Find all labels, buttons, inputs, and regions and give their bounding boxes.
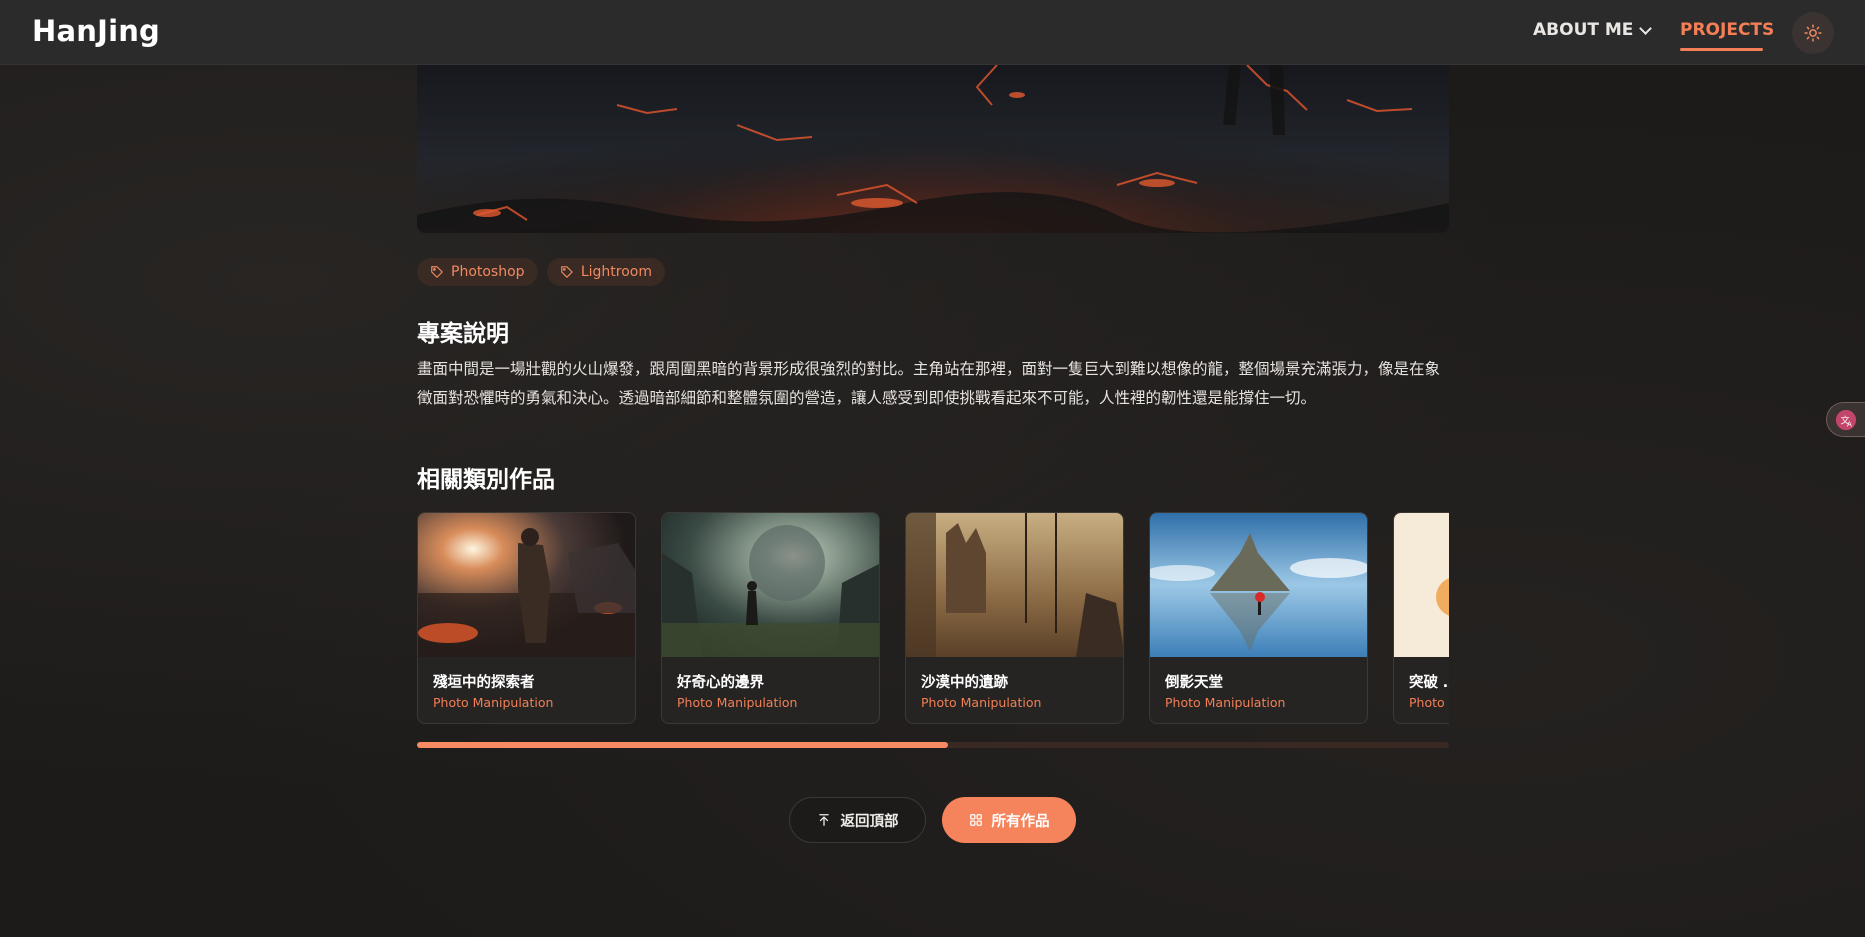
- translate-icon: 文 A: [1835, 409, 1857, 430]
- card-category: Photo Manipulation: [677, 695, 798, 710]
- arrow-up-to-line-icon: [818, 814, 829, 826]
- theme-toggle-button[interactable]: [1792, 12, 1834, 54]
- description-heading: 專案說明: [417, 321, 509, 347]
- description-text: 畫面中間是一場壯觀的火山爆發，跟周圍黑暗的背景形成很強烈的對比。主角站在那裡，面…: [417, 360, 1441, 407]
- active-nav-underline: [1680, 48, 1763, 51]
- card-category: Photo Manipulation: [433, 695, 554, 710]
- card-category: Photo Manipulation: [921, 695, 1042, 710]
- tag-icon: [561, 266, 573, 278]
- tag-icon: [431, 266, 443, 278]
- card-thumbnail: [418, 513, 635, 657]
- card-category: Photo Manipulation: [1409, 695, 1449, 710]
- nav-about-label: ABOUT ME: [1533, 20, 1634, 40]
- tag-lightroom[interactable]: Lightroom: [547, 258, 665, 286]
- translate-widget-button[interactable]: 文 A: [1826, 402, 1865, 437]
- back-to-top-button[interactable]: 返回頂部: [789, 797, 926, 843]
- card-thumbnail: [1394, 513, 1449, 657]
- top-navbar: HanJing ABOUT ME PROJECTS: [0, 0, 1865, 65]
- card-category: Photo Manipulation: [1165, 695, 1286, 710]
- related-card[interactable]: 沙漠中的遺跡 Photo Manipulation: [905, 512, 1124, 724]
- card-title: 倒影天堂: [1165, 675, 1223, 691]
- card-thumbnail: [906, 513, 1123, 657]
- carousel-scroll-progress[interactable]: [417, 742, 1449, 748]
- nav-about-me-dropdown[interactable]: ABOUT ME: [1533, 20, 1653, 40]
- carousel-scroll-progress-fill: [417, 742, 949, 748]
- all-works-button[interactable]: 所有作品: [942, 797, 1076, 843]
- site-logo[interactable]: HanJing: [32, 14, 160, 48]
- related-carousel[interactable]: 殘垣中的探索者 Photo Manipulation 好奇心的邊界 Photo …: [417, 512, 1449, 726]
- card-title: 好奇心的邊界: [677, 675, 764, 691]
- card-title: 突破 …: [1409, 675, 1449, 691]
- card-thumbnail: [1150, 513, 1367, 657]
- project-hero-image: [417, 65, 1449, 233]
- back-to-top-label: 返回頂部: [840, 813, 899, 830]
- chevron-down-icon: [1639, 21, 1653, 35]
- all-works-label: 所有作品: [991, 813, 1050, 830]
- related-card[interactable]: 殘垣中的探索者 Photo Manipulation: [417, 512, 636, 724]
- card-title: 沙漠中的遺跡: [921, 675, 1008, 691]
- volcanic-ground-artwork: [417, 65, 1449, 233]
- tag-label: Lightroom: [580, 264, 652, 280]
- nav-projects-link[interactable]: PROJECTS: [1680, 20, 1774, 40]
- tag-photoshop[interactable]: Photoshop: [417, 258, 538, 286]
- related-card[interactable]: 倒影天堂 Photo Manipulation: [1149, 512, 1368, 724]
- related-card[interactable]: 好奇心的邊界 Photo Manipulation: [661, 512, 880, 724]
- related-card[interactable]: 突破 … Photo Manipulation: [1393, 512, 1449, 724]
- tag-label: Photoshop: [451, 264, 525, 280]
- related-heading: 相關類別作品: [417, 467, 555, 493]
- grid-icon: [969, 814, 982, 826]
- sun-icon: [1804, 24, 1822, 42]
- card-title: 殘垣中的探索者: [433, 675, 535, 691]
- card-thumbnail: [662, 513, 879, 657]
- svg-text:A: A: [1847, 419, 1852, 428]
